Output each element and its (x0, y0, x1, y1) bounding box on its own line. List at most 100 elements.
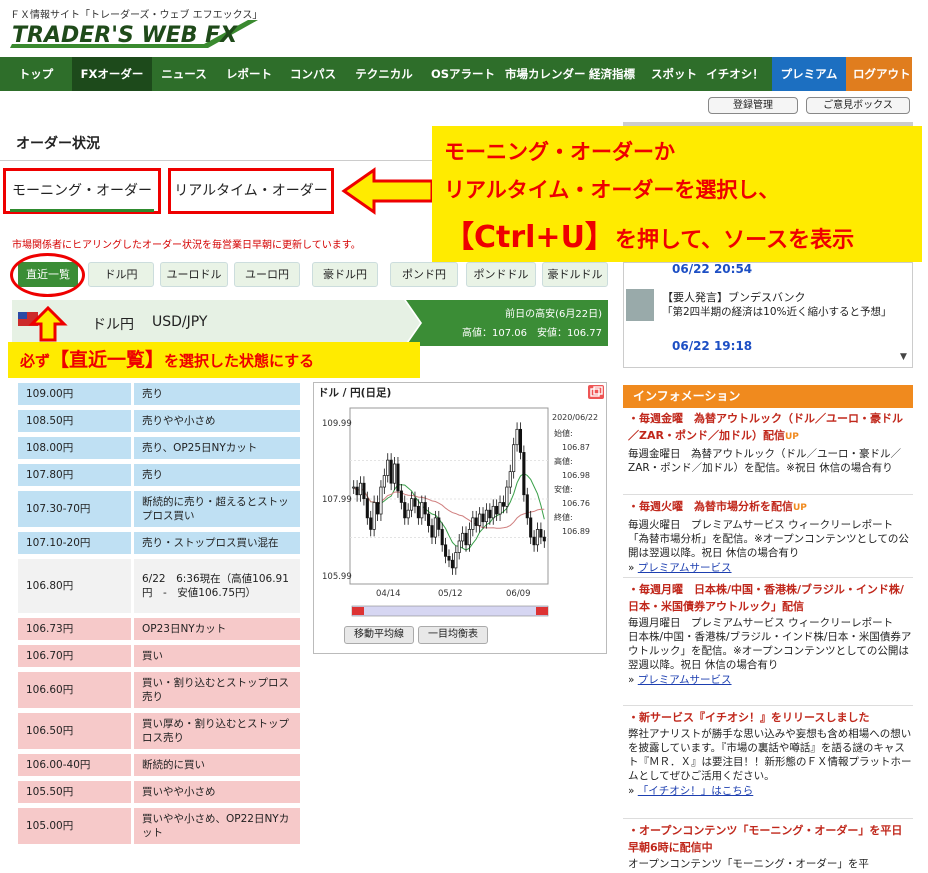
pair-gbpusd[interactable]: ポンドドル (466, 262, 536, 287)
nav-news[interactable]: ニュース (152, 57, 216, 91)
pair-audusd[interactable]: 豪ドルドル (542, 262, 608, 287)
nav-indicators[interactable]: 経済指標 (580, 57, 644, 91)
candle-body (457, 540, 461, 553)
candle-body (450, 559, 454, 569)
order-price: 106.70円 (18, 645, 131, 667)
info-title-5[interactable]: ・オープンコンテンツ「モーニング・オーダー」を平日早朝6時に配信中 (628, 822, 912, 856)
main-nav: トップ FXオーダー ニュース レポート コンパス テクニカル OSアラート 市… (0, 57, 912, 91)
chart-range-slider[interactable] (351, 605, 549, 617)
information-header: インフォメーション (623, 385, 913, 408)
order-price: 105.50円 (18, 781, 131, 803)
pair-code: USD/JPY (152, 314, 208, 330)
callout-line-1: モーニング・オーダーか (444, 140, 675, 164)
prev-day-title: 前日の高安(6月22日) (505, 309, 602, 320)
pair-eurjpy[interactable]: ユーロ円 (234, 262, 300, 287)
callout-bold: 【直近一覧】 (50, 349, 165, 371)
pair-gbpjpy[interactable]: ポンド円 (390, 262, 458, 287)
ichioshi-link[interactable]: 「イチオシ！」はこちら (638, 785, 754, 797)
ichimoku-button[interactable]: 一目均衡表 (418, 626, 488, 644)
order-row: 105.00円 買いやや小さめ、OP22日NYカット (18, 808, 300, 844)
nav-report[interactable]: レポート (216, 57, 282, 91)
up-badge-2: UP (793, 503, 807, 513)
nav-logout[interactable]: ログアウト (846, 57, 912, 91)
pair-usdjpy[interactable]: ドル円 (88, 262, 154, 287)
tab-morning-order[interactable]: モーニング・オーダー (3, 168, 161, 214)
feedback-button[interactable]: ご意見ボックス (806, 97, 910, 114)
pair-eurusd[interactable]: ユーロドル (160, 262, 228, 287)
order-row: 106.50円 買い厚め・割り込むとストップロス売り (18, 713, 300, 749)
register-button[interactable]: 登録管理 (708, 97, 798, 114)
nav-ichioshi[interactable]: イチオシ！ (698, 57, 772, 91)
info-item-3: ・毎週月曜 日本株/中国・香港株/ブラジル・インド株/日本・米国債券アウトルック… (628, 581, 912, 686)
info-divider (623, 494, 913, 495)
info-title-3[interactable]: ・毎週月曜 日本株/中国・香港株/ブラジル・インド株/日本・米国債券アウトルック… (628, 581, 912, 615)
order-description: 断続的に買い (134, 754, 300, 776)
range-handle-left[interactable] (352, 607, 364, 615)
tab-realtime-order[interactable]: リアルタイム・オーダー (168, 168, 334, 214)
info-title-5-text: オープンコンテンツ「モーニング・オーダー」を平日早朝6時に配信中 (628, 824, 903, 854)
candle-body (498, 502, 502, 515)
order-description: 売りやや小さめ (134, 410, 300, 432)
info-title-2-text: 毎週火曜 為替市場分析を配信 (639, 500, 793, 513)
premium-service-link-2[interactable]: プレミアムサービス (638, 674, 732, 686)
candle-body (495, 505, 499, 515)
news-headline-2[interactable]: 【要人発言】ブンデスバンク (662, 289, 806, 305)
site-logo[interactable]: TRADER'S WEB FX (8, 18, 260, 50)
nav-top[interactable]: トップ (0, 57, 72, 91)
order-price: 108.50円 (18, 410, 131, 432)
candle-body (427, 513, 431, 526)
y-label-top: 109.99 (322, 419, 352, 429)
nav-calendar[interactable]: 市場カレンダー (498, 57, 586, 91)
candle-body (423, 502, 427, 515)
candle-body (444, 544, 448, 557)
candle-body (491, 505, 495, 519)
nav-os-alert[interactable]: OSアラート (424, 57, 498, 91)
info-body-3: 毎週月曜日 プレミアムサービス ウィークリーレポート 日本株/中国・香港株/ブラ… (628, 617, 912, 671)
candle-body (389, 459, 393, 484)
side-open-label: 始値: (554, 428, 573, 438)
nav-technical[interactable]: テクニカル (344, 57, 424, 91)
candle-body (467, 529, 471, 546)
order-price: 106.80円 (18, 559, 131, 613)
active-tab-underline (10, 209, 154, 212)
callout-post: を選択した状態にする (164, 352, 315, 370)
nav-spot[interactable]: スポット (644, 57, 698, 91)
candle-body (518, 428, 523, 453)
candle-body (461, 532, 465, 542)
pair-audjpy[interactable]: 豪ドル円 (312, 262, 378, 287)
order-row: 108.00円 売り、OP25日NYカット (18, 437, 300, 459)
info-title-4[interactable]: ・新サービス『イチオシ！』をリリースしました (628, 709, 912, 726)
y-label-mid: 107.99 (322, 495, 352, 505)
nav-compass[interactable]: コンパス (282, 57, 344, 91)
candle-body (355, 486, 359, 496)
premium-service-link-1[interactable]: プレミアムサービス (638, 562, 732, 574)
x-label-2: 05/12 (438, 589, 463, 599)
order-price: 107.30-70円 (18, 491, 131, 527)
side-date: 2020/06/22 (552, 413, 598, 422)
nav-premium[interactable]: プレミアム (772, 57, 846, 91)
info-title-1-text: 毎週金曜 為替アウトルック（ドル／ユーロ・豪ドル／ZAR・ポンド／加ドル）配信 (628, 412, 903, 442)
order-row: 106.60円 買い・割り込むとストップロス売り (18, 672, 300, 708)
chart-expand-icon[interactable] (588, 385, 604, 399)
moving-average-button[interactable]: 移動平均線 (344, 626, 414, 644)
candle-body (484, 509, 488, 523)
order-description: 買いやや小さめ、OP22日NYカット (134, 808, 300, 844)
info-title-2[interactable]: ・毎週火曜 為替市場分析を配信UP (628, 498, 912, 517)
candle-body (525, 494, 529, 519)
candle-body (529, 517, 533, 538)
candle-body (505, 486, 509, 507)
candle-body (375, 502, 380, 515)
range-handle-right[interactable] (536, 607, 548, 615)
info-title-1[interactable]: ・毎週金曜 為替アウトルック（ドル／ユーロ・豪ドル／ZAR・ポンド／加ドル）配信… (628, 410, 912, 446)
order-price: 105.00円 (18, 808, 131, 844)
scroll-down-icon[interactable]: ▼ (900, 352, 907, 362)
chart-title: ドル / 円(日足) (318, 387, 392, 399)
news-thumbnail (626, 289, 654, 321)
candle-body (416, 505, 420, 519)
nav-fx-order[interactable]: FXオーダー (72, 57, 152, 91)
order-description: OP23日NYカット (134, 618, 300, 640)
side-low-label: 安値: (554, 484, 573, 494)
pair-name: ドル円 (92, 317, 134, 333)
callout-line-2: リアルタイム・オーダーを選択し、 (444, 178, 780, 202)
order-price: 107.10-20円 (18, 532, 131, 554)
